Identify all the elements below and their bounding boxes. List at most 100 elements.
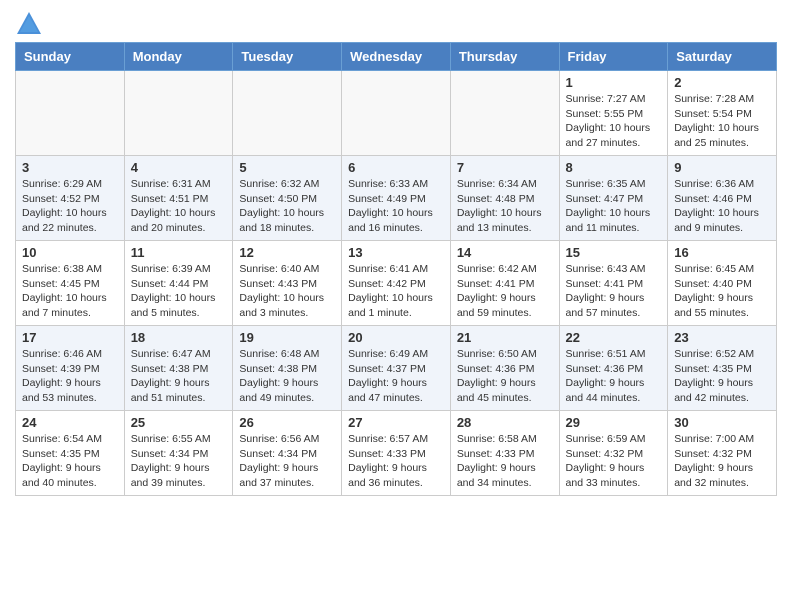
day-cell: 27 Sunrise: 6:57 AM Sunset: 4:33 PM Dayli… — [342, 411, 451, 496]
day-number: 2 — [674, 75, 770, 90]
day-number: 13 — [348, 245, 444, 260]
day-cell — [233, 71, 342, 156]
day-cell: 3 Sunrise: 6:29 AM Sunset: 4:52 PM Daylig… — [16, 156, 125, 241]
day-number: 27 — [348, 415, 444, 430]
day-cell — [16, 71, 125, 156]
header-row — [15, 10, 777, 38]
day-number: 16 — [674, 245, 770, 260]
day-cell: 9 Sunrise: 6:36 AM Sunset: 4:46 PM Daylig… — [668, 156, 777, 241]
day-cell: 4 Sunrise: 6:31 AM Sunset: 4:51 PM Daylig… — [124, 156, 233, 241]
day-cell: 13 Sunrise: 6:41 AM Sunset: 4:42 PM Dayli… — [342, 241, 451, 326]
day-cell: 15 Sunrise: 6:43 AM Sunset: 4:41 PM Dayli… — [559, 241, 668, 326]
day-info: Sunrise: 7:27 AM Sunset: 5:55 PM Dayligh… — [566, 92, 662, 151]
header-friday: Friday — [559, 43, 668, 71]
day-info: Sunrise: 6:29 AM Sunset: 4:52 PM Dayligh… — [22, 177, 118, 236]
day-number: 11 — [131, 245, 227, 260]
day-number: 19 — [239, 330, 335, 345]
header-thursday: Thursday — [450, 43, 559, 71]
day-cell: 12 Sunrise: 6:40 AM Sunset: 4:43 PM Dayli… — [233, 241, 342, 326]
day-cell: 1Sunrise: 7:27 AM Sunset: 5:55 PM Daylig… — [559, 71, 668, 156]
day-number: 15 — [566, 245, 662, 260]
day-number: 24 — [22, 415, 118, 430]
day-number: 6 — [348, 160, 444, 175]
header-saturday: Saturday — [668, 43, 777, 71]
day-cell: 20 Sunrise: 6:49 AM Sunset: 4:37 PM Dayli… — [342, 326, 451, 411]
day-cell: 19Sunrise: 6:48 AM Sunset: 4:38 PM Dayli… — [233, 326, 342, 411]
day-number: 8 — [566, 160, 662, 175]
day-info: Sunrise: 6:47 AM Sunset: 4:38 PM Dayligh… — [131, 347, 227, 406]
day-number: 14 — [457, 245, 553, 260]
day-number: 3 — [22, 160, 118, 175]
day-info: Sunrise: 6:41 AM Sunset: 4:42 PM Dayligh… — [348, 262, 444, 321]
day-info: Sunrise: 7:28 AM Sunset: 5:54 PM Dayligh… — [674, 92, 770, 151]
day-cell: 8 Sunrise: 6:35 AM Sunset: 4:47 PM Daylig… — [559, 156, 668, 241]
day-number: 30 — [674, 415, 770, 430]
day-info: Sunrise: 6:50 AM Sunset: 4:36 PM Dayligh… — [457, 347, 553, 406]
day-info: Sunrise: 6:36 AM Sunset: 4:46 PM Dayligh… — [674, 177, 770, 236]
header-tuesday: Tuesday — [233, 43, 342, 71]
day-cell: 18 Sunrise: 6:47 AM Sunset: 4:38 PM Dayli… — [124, 326, 233, 411]
week-row-1: 1Sunrise: 7:27 AM Sunset: 5:55 PM Daylig… — [16, 71, 777, 156]
day-info: Sunrise: 6:42 AM Sunset: 4:41 PM Dayligh… — [457, 262, 553, 321]
day-cell — [124, 71, 233, 156]
day-number: 7 — [457, 160, 553, 175]
day-info: Sunrise: 6:49 AM Sunset: 4:37 PM Dayligh… — [348, 347, 444, 406]
day-number: 26 — [239, 415, 335, 430]
day-cell: 28 Sunrise: 6:58 AM Sunset: 4:33 PM Dayli… — [450, 411, 559, 496]
day-info: Sunrise: 6:40 AM Sunset: 4:43 PM Dayligh… — [239, 262, 335, 321]
day-info: Sunrise: 6:35 AM Sunset: 4:47 PM Dayligh… — [566, 177, 662, 236]
day-info: Sunrise: 6:59 AM Sunset: 4:32 PM Dayligh… — [566, 432, 662, 491]
day-info: Sunrise: 6:45 AM Sunset: 4:40 PM Dayligh… — [674, 262, 770, 321]
week-row-4: 17Sunrise: 6:46 AM Sunset: 4:39 PM Dayli… — [16, 326, 777, 411]
day-cell: 16 Sunrise: 6:45 AM Sunset: 4:40 PM Dayli… — [668, 241, 777, 326]
calendar-table: SundayMondayTuesdayWednesdayThursdayFrid… — [15, 42, 777, 496]
day-cell: 21Sunrise: 6:50 AM Sunset: 4:36 PM Dayli… — [450, 326, 559, 411]
day-cell: 14 Sunrise: 6:42 AM Sunset: 4:41 PM Dayli… — [450, 241, 559, 326]
day-cell: 10Sunrise: 6:38 AM Sunset: 4:45 PM Dayli… — [16, 241, 125, 326]
day-info: Sunrise: 6:39 AM Sunset: 4:44 PM Dayligh… — [131, 262, 227, 321]
day-number: 23 — [674, 330, 770, 345]
day-number: 22 — [566, 330, 662, 345]
day-info: Sunrise: 6:54 AM Sunset: 4:35 PM Dayligh… — [22, 432, 118, 491]
day-info: Sunrise: 6:43 AM Sunset: 4:41 PM Dayligh… — [566, 262, 662, 321]
day-number: 5 — [239, 160, 335, 175]
day-cell: 7 Sunrise: 6:34 AM Sunset: 4:48 PM Daylig… — [450, 156, 559, 241]
day-info: Sunrise: 6:34 AM Sunset: 4:48 PM Dayligh… — [457, 177, 553, 236]
day-info: Sunrise: 7:00 AM Sunset: 4:32 PM Dayligh… — [674, 432, 770, 491]
day-cell — [342, 71, 451, 156]
day-cell: 22 Sunrise: 6:51 AM Sunset: 4:36 PM Dayli… — [559, 326, 668, 411]
day-number: 20 — [348, 330, 444, 345]
day-info: Sunrise: 6:31 AM Sunset: 4:51 PM Dayligh… — [131, 177, 227, 236]
day-cell: 2 Sunrise: 7:28 AM Sunset: 5:54 PM Daylig… — [668, 71, 777, 156]
day-cell: 29 Sunrise: 6:59 AM Sunset: 4:32 PM Dayli… — [559, 411, 668, 496]
day-number: 18 — [131, 330, 227, 345]
header-wednesday: Wednesday — [342, 43, 451, 71]
day-cell: 24 Sunrise: 6:54 AM Sunset: 4:35 PM Dayli… — [16, 411, 125, 496]
day-info: Sunrise: 6:57 AM Sunset: 4:33 PM Dayligh… — [348, 432, 444, 491]
day-number: 12 — [239, 245, 335, 260]
header-row-days: SundayMondayTuesdayWednesdayThursdayFrid… — [16, 43, 777, 71]
day-number: 10 — [22, 245, 118, 260]
day-info: Sunrise: 6:56 AM Sunset: 4:34 PM Dayligh… — [239, 432, 335, 491]
day-number: 17 — [22, 330, 118, 345]
day-info: Sunrise: 6:33 AM Sunset: 4:49 PM Dayligh… — [348, 177, 444, 236]
week-row-3: 10Sunrise: 6:38 AM Sunset: 4:45 PM Dayli… — [16, 241, 777, 326]
day-cell: 25 Sunrise: 6:55 AM Sunset: 4:34 PM Dayli… — [124, 411, 233, 496]
day-number: 28 — [457, 415, 553, 430]
week-row-2: 3 Sunrise: 6:29 AM Sunset: 4:52 PM Daylig… — [16, 156, 777, 241]
day-cell: 26 Sunrise: 6:56 AM Sunset: 4:34 PM Dayli… — [233, 411, 342, 496]
day-info: Sunrise: 6:52 AM Sunset: 4:35 PM Dayligh… — [674, 347, 770, 406]
day-cell: 5Sunrise: 6:32 AM Sunset: 4:50 PM Daylig… — [233, 156, 342, 241]
day-number: 4 — [131, 160, 227, 175]
day-cell: 17Sunrise: 6:46 AM Sunset: 4:39 PM Dayli… — [16, 326, 125, 411]
header-monday: Monday — [124, 43, 233, 71]
day-number: 25 — [131, 415, 227, 430]
logo-icon — [15, 10, 43, 38]
day-info: Sunrise: 6:51 AM Sunset: 4:36 PM Dayligh… — [566, 347, 662, 406]
day-info: Sunrise: 6:55 AM Sunset: 4:34 PM Dayligh… — [131, 432, 227, 491]
header-sunday: Sunday — [16, 43, 125, 71]
day-number: 29 — [566, 415, 662, 430]
day-number: 9 — [674, 160, 770, 175]
week-row-5: 24 Sunrise: 6:54 AM Sunset: 4:35 PM Dayli… — [16, 411, 777, 496]
day-info: Sunrise: 6:58 AM Sunset: 4:33 PM Dayligh… — [457, 432, 553, 491]
